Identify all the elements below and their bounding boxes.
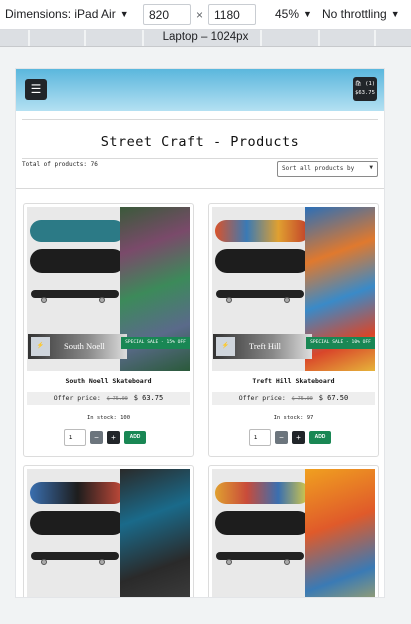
cart-count: (1): [365, 81, 376, 87]
logo-icon: ⚡: [216, 337, 235, 356]
sort-label: Sort all products by: [282, 165, 355, 172]
add-to-cart-button[interactable]: ADD: [124, 431, 146, 444]
graffiti-graphic: [305, 469, 375, 597]
wheel-graphic: [226, 297, 232, 303]
wheel-graphic: [284, 297, 290, 303]
logo-icon: ⚡: [31, 337, 50, 356]
new-price: $ 63.75: [133, 394, 164, 402]
wheel-graphic: [41, 297, 47, 303]
quantity-controls: − + ADD: [24, 429, 193, 447]
decrease-button[interactable]: −: [275, 431, 288, 444]
deck-graphic: [30, 220, 125, 242]
plus-icon: +: [111, 433, 116, 442]
deck-graphic: [215, 249, 310, 273]
decrease-button[interactable]: −: [90, 431, 103, 444]
product-card: ⚡ Treft Hill SPECIAL SALE - 10% OFF Tref…: [208, 203, 379, 457]
wheel-graphic: [41, 559, 47, 565]
new-price: $ 67.50: [318, 394, 349, 402]
deck-graphic: [215, 511, 310, 535]
wheel-graphic: [284, 559, 290, 565]
wheel-graphic: [99, 297, 105, 303]
stock-count: In stock: 100: [86, 415, 131, 421]
offer-price: Offer price: $ 75.00 $ 67.50: [212, 392, 375, 405]
width-input[interactable]: [143, 4, 191, 25]
stamp-name: South Noell: [64, 341, 105, 351]
old-price: $ 75.00: [106, 396, 128, 402]
minus-icon: −: [94, 433, 99, 442]
zoom-select[interactable]: 45% ▼: [275, 7, 312, 21]
deck-graphic: [215, 220, 310, 242]
device-label: Dimensions: iPad Air: [5, 7, 116, 21]
product-image[interactable]: ⚡ South Noell SPECIAL SALE - 15% OFF: [27, 207, 190, 371]
chevron-down-icon: ▼: [119, 9, 129, 19]
brand-stamp: ⚡ South Noell: [28, 334, 127, 359]
deck-graphic: [30, 249, 125, 273]
divider: [16, 188, 384, 189]
devtools-toolbar: Dimensions: iPad Air▼ × 45%▼ No throttli…: [0, 0, 411, 30]
stamp-name: Treft Hill: [249, 341, 282, 351]
product-image[interactable]: ⚡ Treft Hill SPECIAL SALE - 10% OFF: [212, 207, 375, 371]
breakpoint-label: Laptop – 1024px: [162, 31, 249, 43]
wheel-graphic: [226, 559, 232, 565]
times-icon: ×: [196, 8, 204, 22]
offer-label: Offer price:: [238, 394, 286, 402]
quantity-input[interactable]: [249, 429, 271, 446]
product-card: ⚡ South Noell SPECIAL SALE - 15% OFF Sou…: [23, 203, 194, 457]
deck-graphic: [30, 482, 125, 504]
cart-total: $63.75: [355, 90, 375, 96]
height-input[interactable]: [208, 4, 256, 25]
divider: [22, 119, 378, 120]
zoom-label: 45%: [275, 7, 300, 21]
total-products: Total of products: 76: [22, 161, 98, 168]
sale-badge: SPECIAL SALE - 15% OFF: [121, 337, 190, 349]
cart-button[interactable]: 🛍 (1) $63.75: [353, 77, 377, 101]
minus-icon: −: [279, 433, 284, 442]
old-price: $ 75.00: [291, 396, 313, 402]
quantity-controls: − + ADD: [209, 429, 378, 447]
product-card: [23, 465, 194, 597]
offer-price: Offer price: $ 75.00 $ 63.75: [27, 392, 190, 405]
throttling-select[interactable]: No throttling ▼: [322, 7, 400, 21]
deck-graphic: [215, 482, 310, 504]
plus-icon: +: [296, 433, 301, 442]
device-select[interactable]: Dimensions: iPad Air ▼: [5, 7, 129, 21]
chevron-down-icon: ▼: [390, 9, 400, 19]
offer-label: Offer price:: [53, 394, 101, 402]
brand-stamp: ⚡ Treft Hill: [213, 334, 312, 359]
hamburger-icon: ☰: [30, 82, 42, 96]
chevron-down-icon: ▼: [303, 9, 312, 19]
menu-button[interactable]: ☰: [25, 79, 47, 100]
cart-icon: 🛍: [354, 81, 362, 87]
wheel-graphic: [99, 559, 105, 565]
site-header: ☰ 🛍 (1) $63.75: [16, 69, 384, 111]
product-name[interactable]: South Noell Skateboard: [24, 377, 193, 385]
throttling-label: No throttling: [322, 7, 387, 21]
product-image[interactable]: [212, 469, 375, 597]
increase-button[interactable]: +: [292, 431, 305, 444]
stock-count: In stock: 97: [273, 415, 314, 421]
sort-select[interactable]: Sort all products by ▼: [277, 161, 378, 177]
graffiti-graphic: [120, 469, 190, 597]
page-title: Street Craft - Products: [100, 134, 300, 150]
page-viewport: ☰ 🛍 (1) $63.75 Street Craft - Products T…: [15, 68, 385, 598]
quantity-input[interactable]: [64, 429, 86, 446]
device-canvas: ☰ 🛍 (1) $63.75 Street Craft - Products T…: [0, 48, 411, 624]
product-image[interactable]: [27, 469, 190, 597]
sale-badge: SPECIAL SALE - 10% OFF: [306, 337, 375, 349]
chevron-down-icon: ▼: [369, 164, 373, 171]
product-name[interactable]: Treft Hill Skateboard: [209, 377, 378, 385]
divider: [22, 158, 378, 159]
add-to-cart-button[interactable]: ADD: [309, 431, 331, 444]
deck-graphic: [30, 511, 125, 535]
increase-button[interactable]: +: [107, 431, 120, 444]
media-query-ruler[interactable]: Laptop – 1024px: [0, 30, 411, 47]
product-card: [208, 465, 379, 597]
